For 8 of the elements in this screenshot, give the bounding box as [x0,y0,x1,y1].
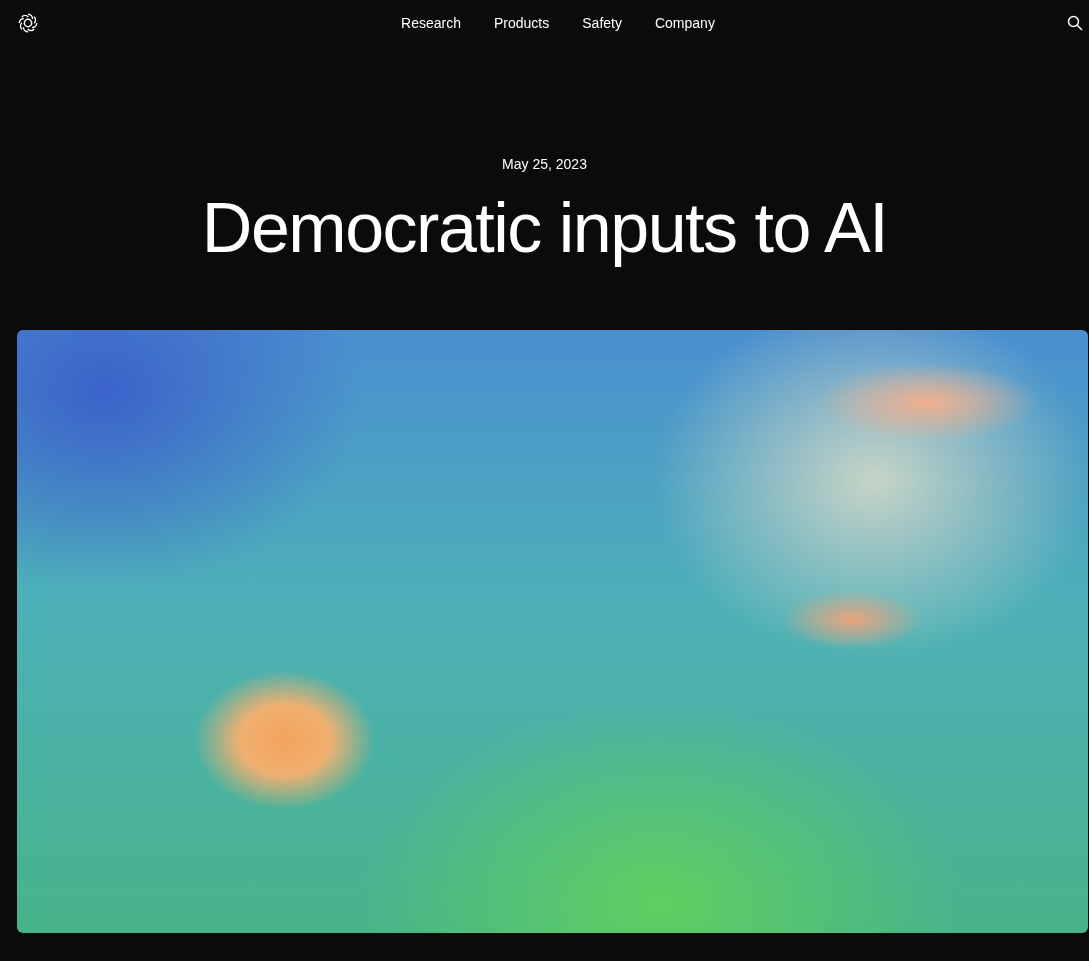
publish-date: May 25, 2023 [502,156,587,172]
search-icon[interactable] [1067,15,1083,31]
nav-link[interactable]: Safety [582,15,622,31]
nav-link[interactable]: Company [654,15,715,31]
nav-link[interactable]: Research [401,15,461,31]
nav-link[interactable]: Products [494,15,550,31]
logo-icon[interactable] [17,12,39,34]
page-title: Democratic inputs to AI [201,188,888,268]
